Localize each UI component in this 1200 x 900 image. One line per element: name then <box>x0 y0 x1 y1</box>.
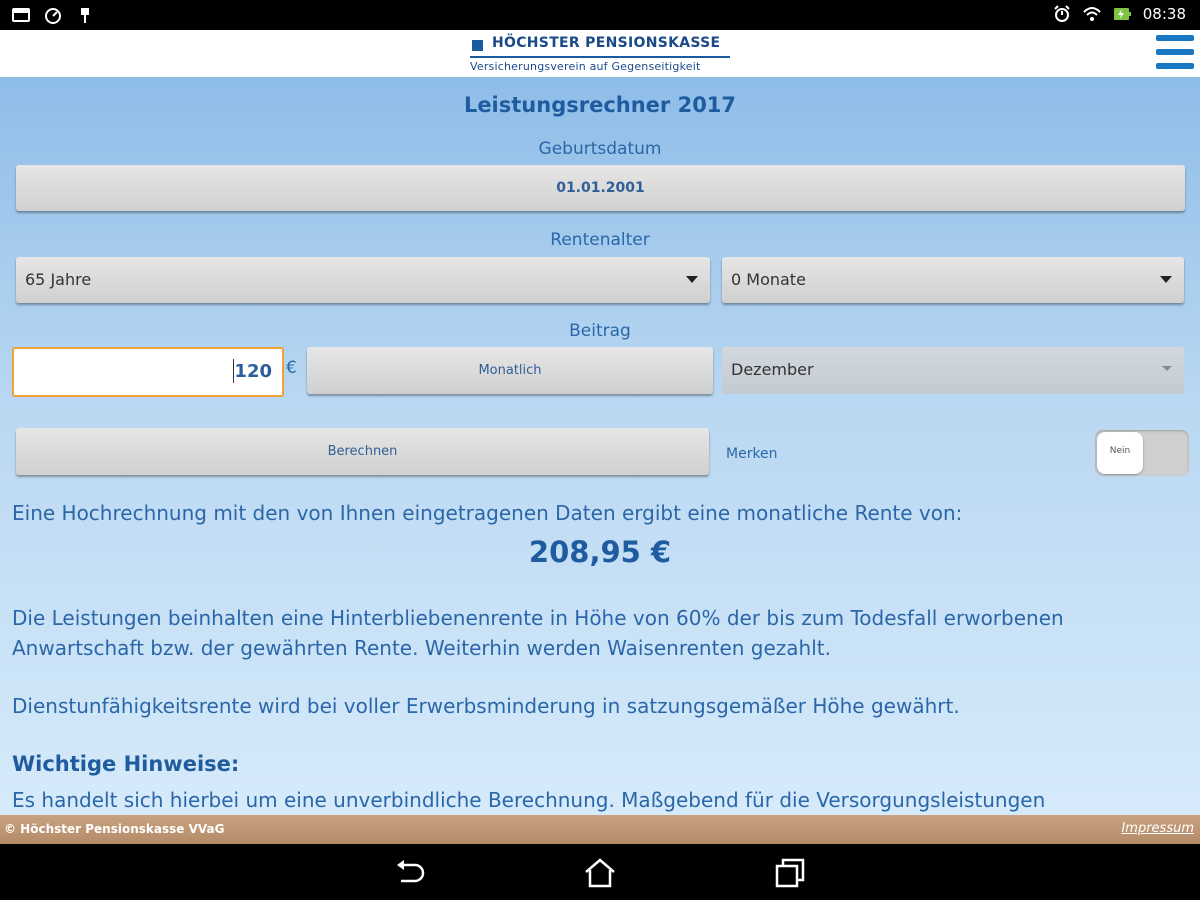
logo-divider <box>470 56 730 58</box>
calculator-panel: Leistungsrechner 2017 Geburtsdatum 01.01… <box>0 77 1200 815</box>
impressum-link[interactable]: Impressum <box>1121 821 1194 836</box>
month-select[interactable]: Dezember <box>722 347 1184 394</box>
notes-heading: Wichtige Hinweise: <box>12 752 240 776</box>
toggle-state-label: Nein <box>1109 446 1131 456</box>
remember-toggle[interactable]: Nein <box>1095 430 1189 476</box>
navigation-bar <box>0 844 1200 900</box>
dropdown-arrow-icon <box>1162 366 1172 371</box>
retirement-months-select[interactable]: 0 Monate <box>722 257 1184 303</box>
page-title: Leistungsrechner 2017 <box>463 93 737 117</box>
remember-label: Merken <box>726 446 778 462</box>
status-bar: 08:38 <box>0 0 1200 30</box>
retirement-years-value: 65 Jahre <box>25 270 92 289</box>
speedometer-icon <box>45 8 61 24</box>
alarm-icon <box>1054 5 1070 22</box>
retirement-age-label: Rentenalter <box>550 230 650 250</box>
notes-text: Es handelt sich hierbei um eine unverbin… <box>12 788 1046 812</box>
retirement-years-select[interactable]: 65 Jahre <box>16 257 710 303</box>
contribution-amount-value: 120 <box>234 361 272 382</box>
birthdate-label: Geburtsdatum <box>538 139 662 159</box>
logo-square-icon <box>472 40 483 51</box>
logo-title: HÖCHSTER PENSIONSKASSE <box>492 35 721 51</box>
benefits-paragraph: Die Leistungen beinhalten eine Hinterbli… <box>12 606 1064 660</box>
toggle-knob: Nein <box>1097 432 1143 474</box>
screen-icon <box>12 8 30 22</box>
back-icon[interactable] <box>393 856 427 890</box>
company-logo[interactable]: HÖCHSTER PENSIONSKASSE Versicherungsvere… <box>470 34 732 76</box>
battery-charging-icon <box>1113 8 1131 20</box>
home-icon[interactable] <box>583 856 617 890</box>
wifi-icon <box>1083 7 1101 21</box>
month-select-value: Dezember <box>731 360 814 379</box>
dropdown-arrow-icon <box>686 276 698 283</box>
recent-apps-icon[interactable] <box>773 856 807 890</box>
frequency-button[interactable]: Monatlich <box>307 347 713 394</box>
logo-subtitle: Versicherungsverein auf Gegenseitigkeit <box>470 60 701 73</box>
hamburger-menu-icon[interactable] <box>1156 33 1194 73</box>
app-header: HÖCHSTER PENSIONSKASSE Versicherungsvere… <box>0 30 1200 77</box>
contribution-amount-input[interactable]: 120 <box>12 347 284 397</box>
result-intro-text: Eine Hochrechnung mit den von Ihnen eing… <box>12 501 963 525</box>
currency-label: € <box>286 358 297 378</box>
disability-paragraph: Dienstunfähigkeitsrente wird bei voller … <box>12 694 960 718</box>
app-footer: © Höchster Pensionskasse VVaG Impressum <box>0 815 1200 844</box>
monthly-pension-value: 208,95 € <box>528 535 672 569</box>
dropdown-arrow-icon <box>1160 276 1172 283</box>
retirement-months-value: 0 Monate <box>731 270 806 289</box>
copyright-text: © Höchster Pensionskasse VVaG <box>4 822 225 836</box>
usb-icon <box>81 8 89 23</box>
clock: 08:38 <box>1142 5 1186 23</box>
contribution-label: Beitrag <box>569 321 631 341</box>
birthdate-picker-button[interactable]: 01.01.2001 <box>16 165 1185 211</box>
calculate-button[interactable]: Berechnen <box>16 428 709 475</box>
